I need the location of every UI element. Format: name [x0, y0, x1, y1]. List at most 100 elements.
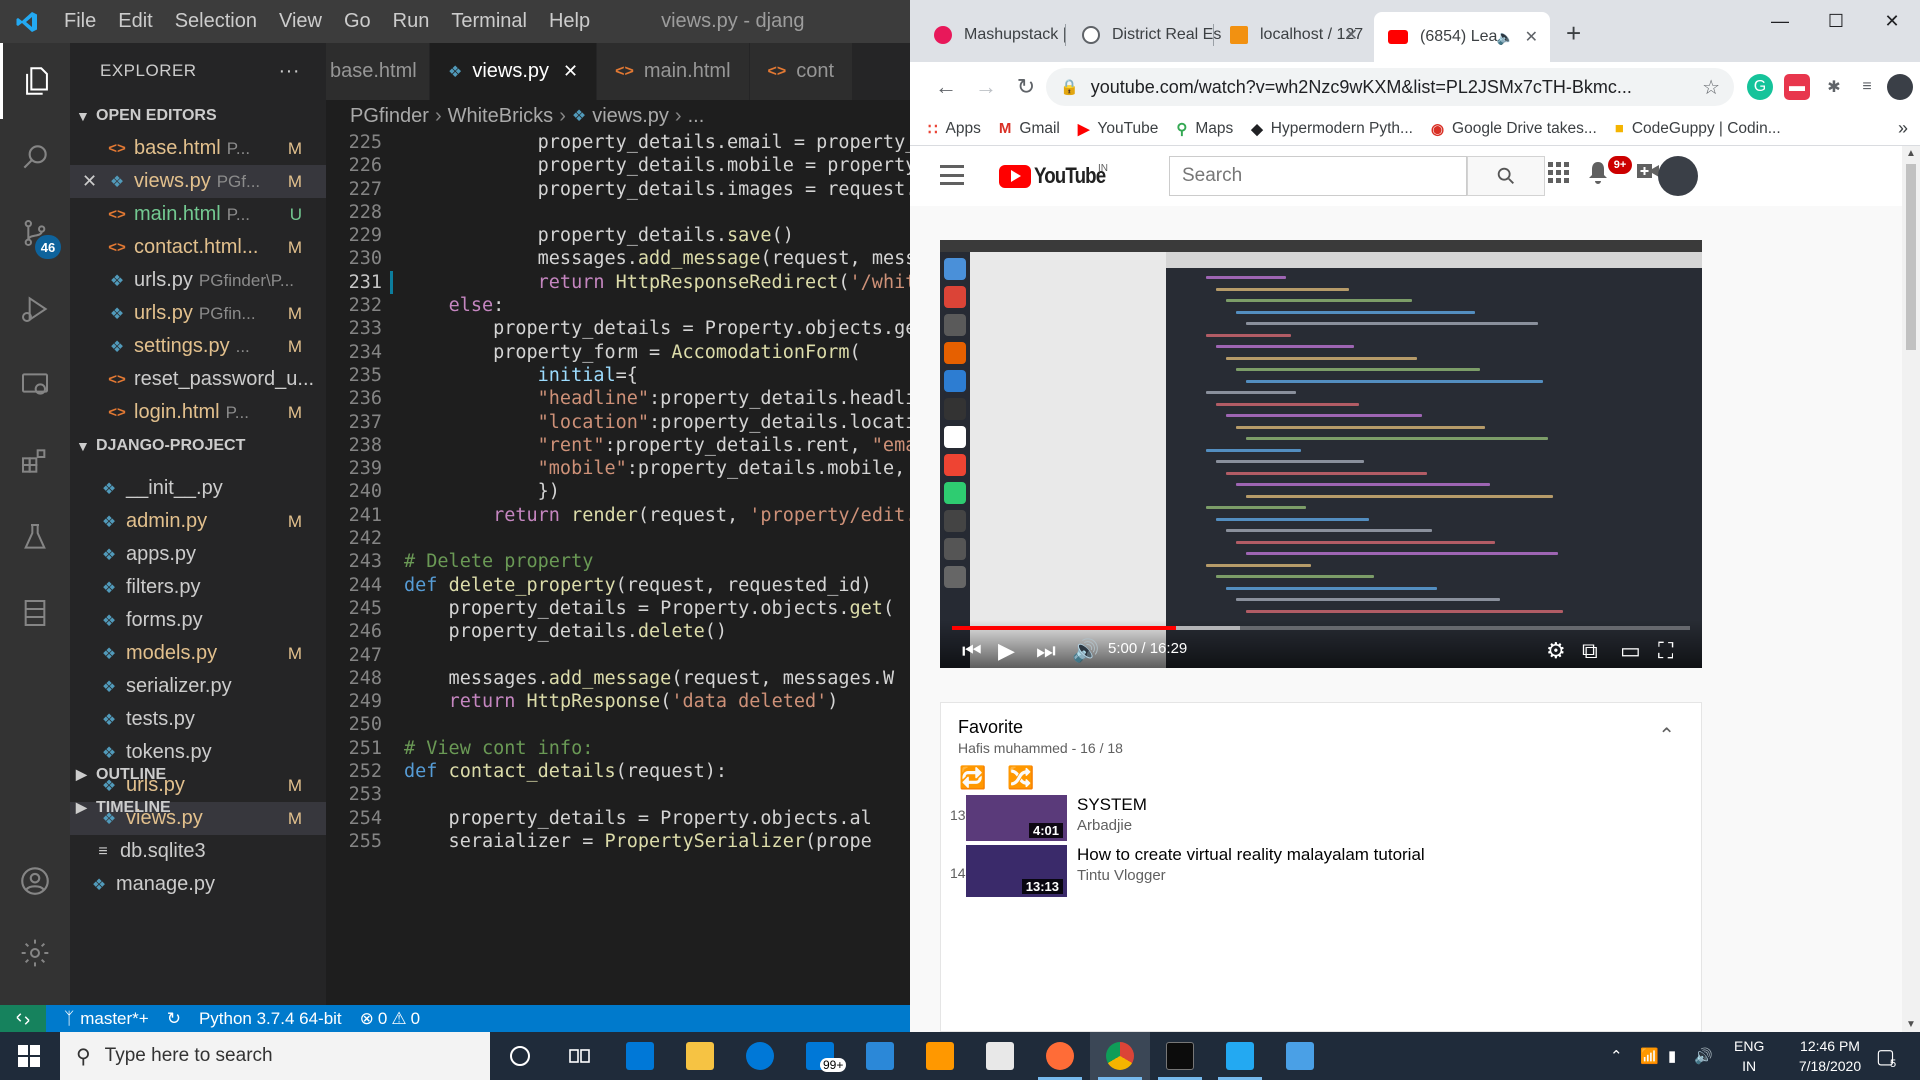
network-icon[interactable]: 📶 — [1640, 1032, 1659, 1080]
forward-icon[interactable]: → — [966, 74, 1006, 100]
cortana-icon[interactable] — [490, 1032, 550, 1080]
project-header[interactable]: ▼ DJANGO-PROJECT — [70, 429, 326, 462]
code-line[interactable]: 246 property_details.delete() — [326, 620, 910, 643]
youtube-logo[interactable]: YouTube IN — [999, 163, 1118, 189]
miniplayer-icon[interactable]: ⧉ — [1582, 638, 1598, 664]
extensions-icon[interactable] — [0, 423, 70, 499]
code-line[interactable]: 232 else: — [326, 294, 910, 317]
maximize-icon[interactable]: ☐ — [1808, 0, 1864, 42]
fullscreen-icon[interactable]: ⛶ — [1658, 638, 1673, 664]
scrollbar-thumb[interactable] — [1906, 164, 1916, 350]
open-editor-item[interactable]: ❖ urls.py PGfin... M — [70, 297, 326, 330]
vscode-icon[interactable] — [1210, 1032, 1270, 1080]
open-editor-item[interactable]: <> main.html P... U — [70, 198, 326, 231]
speaker-icon[interactable]: 🔈 — [1497, 29, 1514, 46]
bookmark-apps[interactable]: ∷ Apps — [928, 120, 981, 138]
file-tree-item[interactable]: ❖ admin.py M — [70, 505, 326, 538]
code-line[interactable]: 228 — [326, 201, 910, 224]
bookmark-maps[interactable]: ⚲ Maps — [1176, 120, 1233, 138]
search-button[interactable] — [1467, 156, 1545, 196]
edge-icon[interactable] — [730, 1032, 790, 1080]
progress-bar[interactable] — [952, 626, 1690, 630]
python-interpreter[interactable]: Python 3.7.4 64-bit — [199, 1009, 342, 1029]
outline-header[interactable]: ▶ OUTLINE — [70, 758, 326, 791]
code-line[interactable]: 226 property_details.mobile = property_f — [326, 154, 910, 177]
file-tree-item[interactable]: ❖ models.py M — [70, 637, 326, 670]
sync-icon[interactable]: ↻ — [167, 1009, 181, 1029]
code-line[interactable]: 230 messages.add_message(request, messag — [326, 247, 910, 270]
open-editor-item[interactable]: ❖ settings.py... M — [70, 330, 326, 363]
profile-avatar[interactable] — [1887, 74, 1913, 100]
code-line[interactable]: 236 "headline":property_details.headline — [326, 387, 910, 410]
apps-grid-icon[interactable] — [1548, 162, 1570, 190]
file-explorer-icon[interactable] — [670, 1032, 730, 1080]
code-editor[interactable]: 225 property_details.email = property_fo… — [326, 131, 910, 853]
shuffle-icon[interactable]: 🔀 — [1007, 765, 1034, 791]
list-item[interactable]: 14 13:13 How to create virtual reality m… — [941, 845, 1701, 905]
accounts-icon[interactable] — [0, 843, 70, 919]
grammarly-icon[interactable]: G — [1747, 74, 1773, 100]
timeline-header[interactable]: ▶ TIMELINE — [70, 791, 326, 824]
page-scrollbar[interactable]: ▲ ▼ — [1902, 146, 1920, 1032]
open-editor-item[interactable]: <> base.html P... M — [70, 132, 326, 165]
taskbar-search-input[interactable]: ⚲ Type here to search — [60, 1032, 490, 1080]
code-line[interactable]: 251 # View cont info: — [326, 737, 910, 760]
code-line[interactable]: 237 "location":property_details.location — [326, 411, 910, 434]
tab-contact-html[interactable]: <> cont — [749, 43, 854, 100]
postman-icon[interactable] — [1030, 1032, 1090, 1080]
file-tree-item[interactable]: ❖ tests.py — [70, 703, 326, 736]
menu-hamburger-icon[interactable] — [940, 165, 964, 185]
explorer-icon[interactable] — [0, 43, 70, 119]
notifications-bell-icon[interactable] — [1586, 160, 1610, 193]
open-editor-item[interactable]: ✕ ❖ views.py PGf... M — [70, 165, 326, 198]
breadcrumb-item[interactable]: PGfinder — [350, 105, 429, 128]
settings-gear-icon[interactable] — [0, 915, 70, 991]
file-tree-item[interactable]: ❖ manage.py — [70, 868, 326, 901]
mail-icon[interactable]: 99+ — [790, 1032, 850, 1080]
bookmark-hypermodern[interactable]: ◆ Hypermodern Pyth... — [1251, 120, 1413, 138]
next-icon[interactable]: ⏭ — [1036, 638, 1056, 664]
code-line[interactable]: 247 — [326, 644, 910, 667]
code-line[interactable]: 253 — [326, 783, 910, 806]
code-line[interactable]: 233 property_details = Property.objects.… — [326, 317, 910, 340]
menu-selection[interactable]: Selection — [164, 10, 268, 33]
avatar[interactable] — [1658, 156, 1698, 196]
code-line[interactable]: 252 def contact_details(request): — [326, 760, 910, 783]
terminal-icon[interactable] — [1150, 1032, 1210, 1080]
menu-view[interactable]: View — [268, 10, 333, 33]
code-line[interactable]: 241 return render(request, 'property/edi… — [326, 504, 910, 527]
browser-tab[interactable]: localhost / 127 ✕ — [1216, 14, 1370, 56]
start-windows-icon[interactable] — [0, 1032, 58, 1080]
back-icon[interactable]: ← — [926, 74, 966, 100]
open-editor-item[interactable]: <> reset_password_u... — [70, 363, 326, 396]
notebook-icon[interactable] — [0, 575, 70, 651]
problems-status[interactable]: ⊗ 0 ⚠ 0 — [360, 1009, 420, 1029]
tab-views-py[interactable]: ❖ views.py ✕ — [430, 43, 598, 100]
scroll-up-icon[interactable]: ▲ — [1906, 148, 1916, 159]
open-editor-item[interactable]: <> contact.html... M — [70, 231, 326, 264]
playlist-title[interactable]: Favorite — [958, 717, 1023, 738]
video-player[interactable]: ⏮ ▶ ⏭ 🔊 5:00 / 16:29 ⚙ ⧉ ▭ ⛶ — [940, 240, 1702, 668]
bookmark-gmail[interactable]: M Gmail — [999, 120, 1060, 138]
code-line[interactable]: 238 "rent":property_details.rent, "email — [326, 434, 910, 457]
file-tree-item[interactable]: ❖ serializer.py — [70, 670, 326, 703]
sublime-text-icon[interactable] — [910, 1032, 970, 1080]
breadcrumb-item[interactable]: ... — [688, 105, 705, 128]
code-line[interactable]: 245 property_details = Property.objects.… — [326, 597, 910, 620]
video-thumbnail[interactable]: 13:13 — [966, 845, 1067, 897]
settings-gear-icon[interactable]: ⚙ — [1546, 638, 1566, 664]
code-line[interactable]: 231 return HttpResponseRedirect('/whiteb — [326, 270, 910, 295]
testing-icon[interactable] — [0, 499, 70, 575]
code-line[interactable]: 250 — [326, 713, 910, 736]
open-editors-header[interactable]: ▼ OPEN EDITORS — [70, 99, 326, 132]
file-tree-item[interactable]: ❖ __init__.py — [70, 472, 326, 505]
bookmark-star-icon[interactable]: ☆ — [1702, 75, 1720, 100]
file-tree-item[interactable]: ❖ filters.py — [70, 571, 326, 604]
code-line[interactable]: 239 "mobile":property_details.mobile, "i — [326, 457, 910, 480]
close-icon[interactable]: ✕ — [563, 61, 578, 82]
menu-file[interactable]: File — [53, 10, 107, 33]
code-line[interactable]: 255 seraializer = PropertySerializer(pro… — [326, 830, 910, 853]
loop-icon[interactable]: 🔁 — [959, 765, 986, 791]
remote-desktop-icon[interactable] — [850, 1032, 910, 1080]
code-line[interactable]: 225 property_details.email = property_fo — [326, 131, 910, 154]
